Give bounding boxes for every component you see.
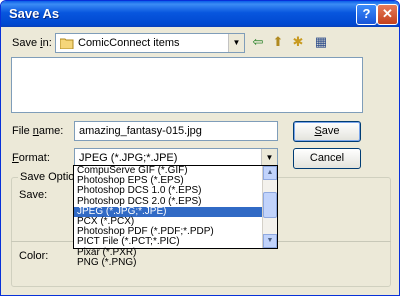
file-list[interactable] [11, 57, 363, 113]
scroll-thumb[interactable] [263, 192, 277, 218]
dropdown-scrollbar[interactable]: ▲ ▼ [262, 166, 277, 248]
window-title: Save As [9, 6, 60, 21]
format-option[interactable]: PICT File (*.PCT;*.PIC) [74, 237, 277, 247]
scroll-down-icon[interactable]: ▼ [263, 234, 277, 248]
back-icon[interactable]: ⇦ [249, 33, 267, 51]
new-folder-icon[interactable]: ✱ [289, 33, 307, 51]
view-menu-icon[interactable]: ▦ [309, 33, 333, 51]
help-icon: ? [362, 6, 371, 21]
format-value: JPEG (*.JPG;*.JPE) [79, 152, 178, 164]
save-in-dropdown[interactable]: ComicConnect items ▼ [55, 33, 245, 53]
save-button[interactable]: Save [293, 121, 361, 142]
help-button[interactable]: ? [356, 4, 377, 25]
save-in-value: ComicConnect items [78, 37, 180, 49]
format-label: Format: [12, 152, 50, 164]
close-icon: ✕ [382, 6, 393, 21]
title-bar[interactable]: Save As ? ✕ [1, 1, 399, 27]
save-in-label: Save in: [12, 37, 52, 49]
close-button[interactable]: ✕ [377, 4, 398, 25]
file-name-input[interactable]: amazing_fantasy-015.jpg [74, 121, 278, 141]
save-label: Save: [19, 189, 48, 201]
folder-icon [60, 38, 74, 49]
format-dropdown-list[interactable]: CompuServe GIF (*.GIF) Photoshop EPS (*.E… [73, 165, 278, 267]
scroll-up-icon[interactable]: ▲ [263, 166, 277, 180]
chevron-down-icon[interactable]: ▼ [228, 34, 244, 52]
color-label: Color: [19, 250, 49, 262]
save-as-dialog: Save As ? ✕ Save in: ComicConnect items … [0, 0, 400, 296]
up-folder-icon[interactable]: ⬆ [269, 33, 287, 51]
file-name-label: File name: [12, 125, 64, 137]
cancel-button[interactable]: Cancel [293, 148, 361, 169]
format-option[interactable]: PNG (*.PNG) [74, 257, 277, 268]
